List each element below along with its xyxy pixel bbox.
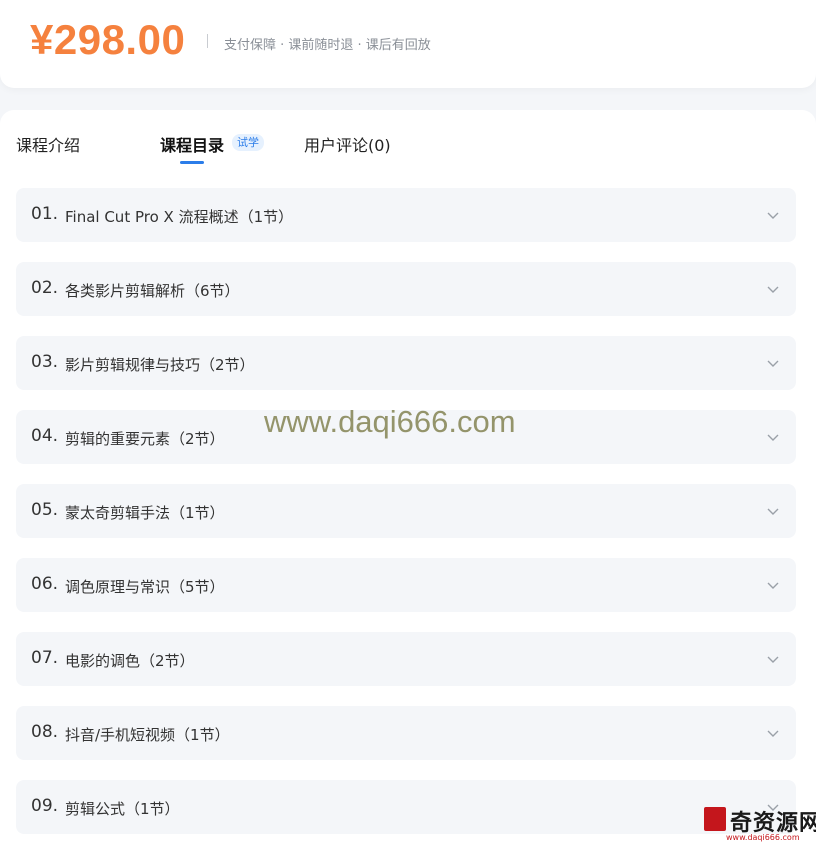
chapter-title: Final Cut Pro X 流程概述（1节） xyxy=(65,208,294,226)
chapter-number: 01. xyxy=(31,204,59,224)
course-price: ¥298.00 xyxy=(30,16,186,63)
chevron-down-icon[interactable] xyxy=(766,652,780,666)
chapter-number: 03. xyxy=(31,352,59,372)
tab-course-catalog[interactable]: 课程目录 xyxy=(160,132,224,156)
course-content: 课程介绍 课程目录 试学 用户评论(0) 01. Final Cut Pro X… xyxy=(0,110,816,851)
chapter-item[interactable]: 07. 电影的调色（2节） xyxy=(16,632,796,686)
watermark-text: www.daqi666.com xyxy=(264,404,516,439)
chevron-down-icon[interactable] xyxy=(766,578,780,592)
chapter-number: 02. xyxy=(31,278,59,298)
chapter-item[interactable]: 08. 抖音/手机短视频（1节） xyxy=(16,706,796,760)
logo-mark-icon xyxy=(704,807,726,831)
chapter-title: 影片剪辑规律与技巧（2节） xyxy=(65,356,255,374)
chevron-down-icon[interactable] xyxy=(766,356,780,370)
chapter-title: 剪辑公式（1节） xyxy=(65,800,180,818)
chapter-item[interactable]: 03. 影片剪辑规律与技巧（2节） xyxy=(16,336,796,390)
guarantee-text: 支付保障 · 课前随时退 · 课后有回放 xyxy=(224,38,431,53)
chevron-down-icon[interactable] xyxy=(766,208,780,222)
tab-user-reviews[interactable]: 用户评论(0) xyxy=(304,132,391,156)
chevron-down-icon[interactable] xyxy=(766,282,780,296)
chapter-item[interactable]: 06. 调色原理与常识（5节） xyxy=(16,558,796,612)
chapter-title: 各类影片剪辑解析（6节） xyxy=(65,282,240,300)
chapter-number: 09. xyxy=(31,796,59,816)
chapter-item[interactable]: 09. 剪辑公式（1节） xyxy=(16,780,796,834)
site-logo: 奇资源网 www.daqi666.com xyxy=(704,805,816,847)
tab-course-intro[interactable]: 课程介绍 xyxy=(16,132,80,156)
chapter-title: 电影的调色（2节） xyxy=(65,652,195,670)
chapter-item[interactable]: 01. Final Cut Pro X 流程概述（1节） xyxy=(16,188,796,242)
chapter-item[interactable]: 02. 各类影片剪辑解析（6节） xyxy=(16,262,796,316)
chapter-title: 调色原理与常识（5节） xyxy=(65,578,225,596)
divider xyxy=(207,34,208,48)
trial-badge: 试学 xyxy=(232,134,264,151)
chevron-down-icon[interactable] xyxy=(766,504,780,518)
chapter-number: 08. xyxy=(31,722,59,742)
chapter-number: 06. xyxy=(31,574,59,594)
chevron-down-icon[interactable] xyxy=(766,430,780,444)
chapter-number: 04. xyxy=(31,426,59,446)
chevron-down-icon[interactable] xyxy=(766,726,780,740)
active-tab-indicator xyxy=(180,161,204,164)
chapter-number: 05. xyxy=(31,500,59,520)
chapter-number: 07. xyxy=(31,648,59,668)
chapter-title: 蒙太奇剪辑手法（1节） xyxy=(65,504,225,522)
chapter-item[interactable]: 05. 蒙太奇剪辑手法（1节） xyxy=(16,484,796,538)
price-bar: ¥298.00 支付保障 · 课前随时退 · 课后有回放 xyxy=(0,0,816,88)
logo-url: www.daqi666.com xyxy=(726,833,800,842)
chapter-title: 抖音/手机短视频（1节） xyxy=(65,726,230,744)
chapter-title: 剪辑的重要元素（2节） xyxy=(65,430,225,448)
tab-bar: 课程介绍 课程目录 试学 用户评论(0) xyxy=(0,110,816,170)
